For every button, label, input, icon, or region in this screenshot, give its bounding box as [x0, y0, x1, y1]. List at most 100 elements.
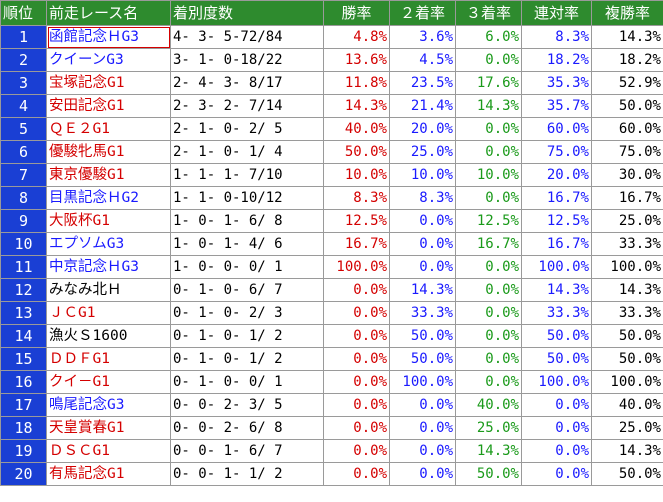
- race-name-cell: 有馬記念G1: [46, 462, 171, 486]
- record-cell: 1- 1- 1- 7/10: [170, 163, 324, 187]
- header-rentai-rate: 連対率: [521, 0, 592, 26]
- place2-rate-cell: 14.3%: [389, 278, 456, 302]
- win-rate-cell: 0.0%: [323, 324, 390, 348]
- fukusho-rate-cell: 100.0%: [591, 255, 663, 279]
- rank-cell: 10: [0, 232, 47, 256]
- rank-cell: 7: [0, 163, 47, 187]
- record-cell: 2- 3- 2- 7/14: [170, 94, 324, 118]
- place3-rate-cell: 17.6%: [455, 71, 522, 95]
- race-name-cell: クイーンG3: [46, 48, 171, 72]
- place3-rate-cell: 14.3%: [455, 439, 522, 463]
- record-cell: 0- 0- 2- 3/ 5: [170, 393, 324, 417]
- stats-table: 順位 前走レース名 着別度数 勝率 ２着率 ３着率 連対率 複勝率 1 函館記念Ｈ…: [0, 0, 663, 486]
- place3-rate-cell: 12.5%: [455, 209, 522, 233]
- rank-cell: 12: [0, 278, 47, 302]
- place2-rate-cell: 0.0%: [389, 232, 456, 256]
- fukusho-rate-cell: 33.3%: [591, 301, 663, 325]
- fukusho-rate-cell: 25.0%: [591, 209, 663, 233]
- table-row: 14 漁火Ｓ1600 0- 1- 0- 1/ 2 0.0% 50.0% 0.0% 50.0%…: [0, 324, 663, 348]
- rank-cell: 14: [0, 324, 47, 348]
- win-rate-cell: 14.3%: [323, 94, 390, 118]
- header-win-rate: 勝率: [323, 0, 390, 26]
- table-row: 17 鳴尾記念G3 0- 0- 2- 3/ 5 0.0% 0.0% 40.0% 0.0% 40…: [0, 393, 663, 417]
- rank-cell: 11: [0, 255, 47, 279]
- place3-rate-cell: 10.0%: [455, 163, 522, 187]
- win-rate-cell: 11.8%: [323, 71, 390, 95]
- place3-rate-cell: 0.0%: [455, 255, 522, 279]
- place3-rate-cell: 16.7%: [455, 232, 522, 256]
- place2-rate-cell: 0.0%: [389, 416, 456, 440]
- fukusho-rate-cell: 25.0%: [591, 416, 663, 440]
- win-rate-cell: 0.0%: [323, 370, 390, 394]
- table-row: 4 安田記念G1 2- 3- 2- 7/14 14.3% 21.4% 14.3% 35.7%…: [0, 94, 663, 118]
- win-rate-cell: 0.0%: [323, 278, 390, 302]
- rank-cell: 8: [0, 186, 47, 210]
- table-row: 11 中京記念ＨG3 1- 0- 0- 0/ 1 100.0% 0.0% 0.0% 100.…: [0, 255, 663, 279]
- race-name-cell: ＱＥ２G1: [46, 117, 171, 141]
- race-name-cell: ＪＣG1: [46, 301, 171, 325]
- place3-rate-cell: 0.0%: [455, 140, 522, 164]
- record-cell: 1- 0- 1- 4/ 6: [170, 232, 324, 256]
- place2-rate-cell: 50.0%: [389, 324, 456, 348]
- place3-rate-cell: 0.0%: [455, 48, 522, 72]
- rank-cell: 6: [0, 140, 47, 164]
- header-place3-rate: ３着率: [455, 0, 522, 26]
- fukusho-rate-cell: 75.0%: [591, 140, 663, 164]
- table-row: 8 目黒記念ＨG2 1- 1- 0-10/12 8.3% 8.3% 0.0% 16.7% 16…: [0, 186, 663, 210]
- fukusho-rate-cell: 50.0%: [591, 324, 663, 348]
- rentai-rate-cell: 18.2%: [521, 48, 592, 72]
- place2-rate-cell: 8.3%: [389, 186, 456, 210]
- fukusho-rate-cell: 50.0%: [591, 94, 663, 118]
- header-record: 着別度数: [170, 0, 324, 26]
- place3-rate-cell: 0.0%: [455, 186, 522, 210]
- header-race: 前走レース名: [46, 0, 171, 26]
- record-cell: 0- 1- 0- 1/ 2: [170, 324, 324, 348]
- fukusho-rate-cell: 52.9%: [591, 71, 663, 95]
- place2-rate-cell: 0.0%: [389, 209, 456, 233]
- win-rate-cell: 100.0%: [323, 255, 390, 279]
- record-cell: 0- 0- 1- 1/ 2: [170, 462, 324, 486]
- place3-rate-cell: 0.0%: [455, 324, 522, 348]
- place2-rate-cell: 4.5%: [389, 48, 456, 72]
- place3-rate-cell: 14.3%: [455, 94, 522, 118]
- header-fukusho-rate: 複勝率: [591, 0, 663, 26]
- header-place2-rate: ２着率: [389, 0, 456, 26]
- rank-cell: 9: [0, 209, 47, 233]
- place3-rate-cell: 0.0%: [455, 370, 522, 394]
- race-name-cell: ＤＳＣG1: [46, 439, 171, 463]
- race-name-cell: クイ－G1: [46, 370, 171, 394]
- record-cell: 1- 1- 0-10/12: [170, 186, 324, 210]
- fukusho-rate-cell: 100.0%: [591, 370, 663, 394]
- win-rate-cell: 0.0%: [323, 462, 390, 486]
- rank-cell: 15: [0, 347, 47, 371]
- win-rate-cell: 4.8%: [323, 25, 390, 49]
- win-rate-cell: 8.3%: [323, 186, 390, 210]
- rentai-rate-cell: 0.0%: [521, 439, 592, 463]
- race-name-cell: ＤＤＦG1: [46, 347, 171, 371]
- place2-rate-cell: 3.6%: [389, 25, 456, 49]
- record-cell: 1- 0- 0- 0/ 1: [170, 255, 324, 279]
- table-row: 20 有馬記念G1 0- 0- 1- 1/ 2 0.0% 0.0% 50.0% 0.0% 50…: [0, 462, 663, 486]
- record-cell: 0- 1- 0- 1/ 2: [170, 347, 324, 371]
- place3-rate-cell: 50.0%: [455, 462, 522, 486]
- place3-rate-cell: 0.0%: [455, 347, 522, 371]
- win-rate-cell: 0.0%: [323, 301, 390, 325]
- rentai-rate-cell: 0.0%: [521, 462, 592, 486]
- place2-rate-cell: 23.5%: [389, 71, 456, 95]
- race-name-cell: 安田記念G1: [46, 94, 171, 118]
- table-body: 1 函館記念ＨG3 4- 3- 5-72/84 4.8% 3.6% 6.0% 8.3% 14.…: [0, 25, 663, 486]
- place3-rate-cell: 25.0%: [455, 416, 522, 440]
- fukusho-rate-cell: 30.0%: [591, 163, 663, 187]
- table-row: 3 宝塚記念G1 2- 4- 3- 8/17 11.8% 23.5% 17.6% 35.3%…: [0, 71, 663, 95]
- record-cell: 0- 1- 0- 6/ 7: [170, 278, 324, 302]
- win-rate-cell: 10.0%: [323, 163, 390, 187]
- record-cell: 1- 0- 1- 6/ 8: [170, 209, 324, 233]
- place2-rate-cell: 0.0%: [389, 393, 456, 417]
- place3-rate-cell: 0.0%: [455, 301, 522, 325]
- record-cell: 2- 1- 0- 2/ 5: [170, 117, 324, 141]
- fukusho-rate-cell: 50.0%: [591, 462, 663, 486]
- table-row: 15 ＤＤＦG1 0- 1- 0- 1/ 2 0.0% 50.0% 0.0% 50.0% 50…: [0, 347, 663, 371]
- table-row: 18 天皇賞春G1 0- 0- 2- 6/ 8 0.0% 0.0% 25.0% 0.0% 25…: [0, 416, 663, 440]
- win-rate-cell: 0.0%: [323, 416, 390, 440]
- place3-rate-cell: 0.0%: [455, 278, 522, 302]
